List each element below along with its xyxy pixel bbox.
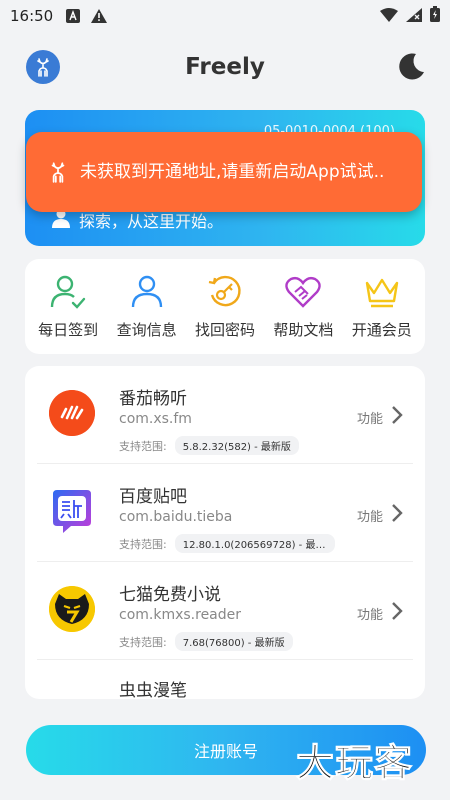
function-label: 功能 [356,608,383,623]
support-range-label: 支持范围: [119,635,167,649]
font-a-icon [65,8,81,24]
function-label: 功能 [356,510,383,525]
version-badge: 12.80.1.0(206569728) - 最新版 [174,534,335,553]
quick-action-label: 每日签到 [38,321,99,339]
user-icon [128,273,166,311]
heart-handshake-icon [284,273,322,311]
quick-action-label: 找回密码 [194,321,255,339]
support-range-label: 支持范围: [119,537,167,551]
app-name: 番茄畅听 [119,389,187,409]
app-name: 百度贴吧 [119,487,187,507]
baidu-tieba-app-icon [49,488,95,534]
warning-icon [91,8,108,24]
list-item[interactable]: 七猫免费小说 com.kmxs.reader 支持范围: 7.68(76800)… [37,562,413,660]
supported-apps-list: 番茄畅听 com.xs.fm 支持范围: 5.8.2.32(582) - 最新版… [25,366,425,699]
app-package: com.xs.fm [119,411,192,427]
quick-action-query-info[interactable]: 查询信息 [109,273,185,340]
support-range: 支持范围: 12.80.1.0(206569728) - 最新版 [119,534,335,553]
dark-mode-toggle-icon[interactable] [394,50,428,84]
app-name: 七猫免费小说 [119,585,221,605]
signal-icon [406,7,422,26]
quick-actions-panel: 每日签到 查询信息 找回密码 帮助文档 开通会员 [25,259,425,354]
list-item[interactable]: 虫虫漫笔 [37,660,413,699]
key-refresh-icon [206,273,244,311]
tomato-listen-app-icon [49,390,95,436]
app-name: 虫虫漫笔 [119,681,187,699]
quick-action-label: 开通会员 [351,321,412,339]
version-badge: 7.68(76800) - 最新版 [174,632,293,651]
status-bar: 16:50 [0,0,450,32]
chevron-right-icon[interactable] [389,600,405,622]
app-header: Freely [0,44,450,92]
chevron-right-icon[interactable] [389,502,405,524]
function-label: 功能 [356,412,383,427]
watermark-text: 大玩客 [295,740,414,786]
version-badge: 5.8.2.32(582) - 最新版 [174,436,299,455]
quick-action-help-docs[interactable]: 帮助文档 [265,273,341,340]
battery-icon [430,6,440,26]
support-range-label: 支持范围: [119,439,167,453]
crown-icon [363,273,401,311]
quick-action-label: 查询信息 [116,321,177,339]
quick-action-recover-password[interactable]: 找回密码 [187,273,263,340]
error-toast: 未获取到开通地址,请重新启动App试试.. [26,132,422,212]
quick-action-label: 帮助文档 [273,321,334,339]
list-item[interactable]: 番茄畅听 com.xs.fm 支持范围: 5.8.2.32(582) - 最新版… [37,366,413,464]
page-title: Freely [185,54,265,80]
quick-action-vip[interactable]: 开通会员 [344,273,420,340]
quick-action-daily-checkin[interactable]: 每日签到 [30,273,106,340]
qimao-novel-app-icon [49,586,95,632]
chevron-right-icon[interactable] [389,404,405,426]
deer-toast-icon [46,160,70,184]
toast-message: 未获取到开通地址,请重新启动App试试.. [80,162,385,182]
app-package: com.kmxs.reader [119,607,242,623]
app-package: com.baidu.tieba [119,509,233,525]
list-item[interactable]: 百度贴吧 com.baidu.tieba 支持范围: 12.80.1.0(206… [37,464,413,562]
user-check-icon [49,273,87,311]
support-range: 支持范围: 5.8.2.32(582) - 最新版 [119,436,299,455]
support-range: 支持范围: 7.68(76800) - 最新版 [119,632,293,651]
status-time: 16:50 [10,7,54,25]
wifi-icon [380,7,398,26]
